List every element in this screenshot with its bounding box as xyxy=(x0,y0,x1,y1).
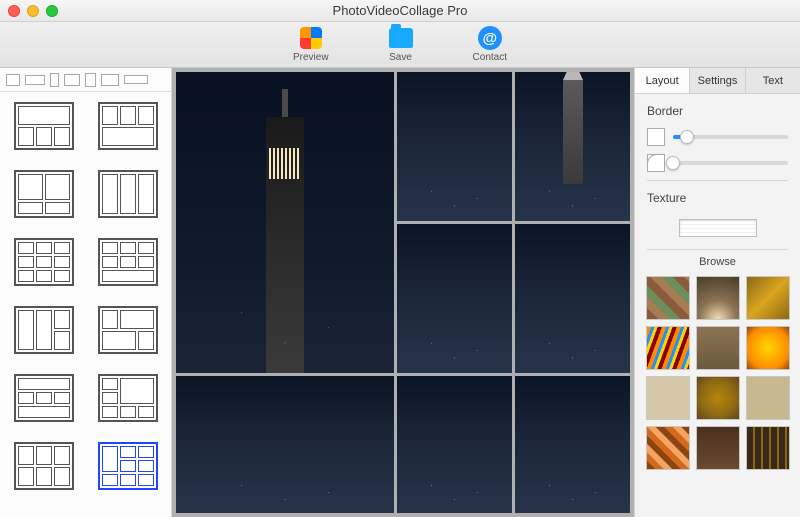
aspect-4-3[interactable] xyxy=(64,74,80,86)
template-item[interactable] xyxy=(14,374,74,422)
save-button[interactable]: Save xyxy=(389,26,413,63)
texture-preview[interactable] xyxy=(679,219,757,237)
collage-cell[interactable] xyxy=(397,72,512,221)
zoom-window-button[interactable] xyxy=(46,5,58,17)
preview-icon xyxy=(299,26,323,50)
template-item[interactable] xyxy=(98,374,158,422)
window-controls xyxy=(8,5,58,17)
texture-swatch[interactable] xyxy=(646,276,690,320)
texture-browser xyxy=(635,272,800,474)
aspect-wide[interactable] xyxy=(25,75,45,85)
folder-icon xyxy=(389,26,413,50)
main-area: Layout Settings Text Border Texture Brow… xyxy=(0,68,800,517)
template-item[interactable] xyxy=(14,238,74,286)
preview-button[interactable]: Preview xyxy=(293,26,329,63)
inspector-panel: Layout Settings Text Border Texture Brow… xyxy=(634,68,800,517)
template-item[interactable] xyxy=(98,170,158,218)
collage-cell[interactable] xyxy=(176,376,394,513)
templates-sidebar xyxy=(0,68,172,517)
border-section-label: Border xyxy=(635,94,800,124)
template-item[interactable] xyxy=(98,102,158,150)
border-width-slider[interactable] xyxy=(673,135,788,139)
preview-label: Preview xyxy=(293,52,329,63)
collage-cell[interactable] xyxy=(397,376,512,513)
texture-swatch[interactable] xyxy=(746,326,790,370)
template-item[interactable] xyxy=(14,306,74,354)
template-item[interactable] xyxy=(14,102,74,150)
contact-button[interactable]: @ Contact xyxy=(473,26,507,63)
collage-cell[interactable] xyxy=(515,376,630,513)
texture-swatch[interactable] xyxy=(696,376,740,420)
template-item[interactable] xyxy=(14,170,74,218)
tab-text[interactable]: Text xyxy=(746,68,800,93)
border-width-row xyxy=(635,124,800,150)
window-title: PhotoVideoCollage Pro xyxy=(0,3,800,18)
template-item[interactable] xyxy=(98,306,158,354)
window-titlebar: PhotoVideoCollage Pro xyxy=(0,0,800,22)
texture-swatch[interactable] xyxy=(696,276,740,320)
aspect-landscape[interactable] xyxy=(101,74,119,86)
texture-swatch[interactable] xyxy=(696,326,740,370)
texture-swatch[interactable] xyxy=(646,326,690,370)
texture-swatch[interactable] xyxy=(646,426,690,470)
border-radius-slider[interactable] xyxy=(673,161,788,165)
texture-swatch[interactable] xyxy=(746,276,790,320)
aspect-panorama[interactable] xyxy=(124,75,148,84)
inspector-tabs: Layout Settings Text xyxy=(635,68,800,94)
aspect-ratio-row xyxy=(0,68,171,92)
template-item[interactable] xyxy=(98,238,158,286)
collage-cell[interactable] xyxy=(515,224,630,373)
minimize-window-button[interactable] xyxy=(27,5,39,17)
save-label: Save xyxy=(389,52,412,63)
template-grid xyxy=(0,92,171,500)
template-item-selected[interactable] xyxy=(98,442,158,490)
slider-thumb[interactable] xyxy=(680,130,694,144)
border-radius-icon xyxy=(647,154,665,172)
texture-swatch[interactable] xyxy=(696,426,740,470)
aspect-portrait[interactable] xyxy=(85,73,96,87)
canvas-area xyxy=(172,68,634,517)
texture-swatch[interactable] xyxy=(746,426,790,470)
aspect-tall[interactable] xyxy=(50,73,59,87)
border-width-icon xyxy=(647,128,665,146)
texture-swatch[interactable] xyxy=(646,376,690,420)
tab-layout[interactable]: Layout xyxy=(635,68,690,93)
collage-cell[interactable] xyxy=(176,72,394,373)
texture-section-label: Texture xyxy=(635,181,800,211)
collage-cell[interactable] xyxy=(515,72,630,221)
texture-swatch[interactable] xyxy=(746,376,790,420)
main-toolbar: Preview Save @ Contact xyxy=(0,22,800,68)
template-item[interactable] xyxy=(14,442,74,490)
collage-cell[interactable] xyxy=(397,224,512,373)
slider-thumb[interactable] xyxy=(666,156,680,170)
aspect-square[interactable] xyxy=(6,74,20,86)
collage-canvas[interactable] xyxy=(176,72,630,513)
browse-label: Browse xyxy=(635,250,800,272)
tab-settings[interactable]: Settings xyxy=(690,68,745,93)
border-radius-row xyxy=(635,150,800,176)
at-sign-icon: @ xyxy=(478,26,502,50)
contact-label: Contact xyxy=(473,52,507,63)
close-window-button[interactable] xyxy=(8,5,20,17)
